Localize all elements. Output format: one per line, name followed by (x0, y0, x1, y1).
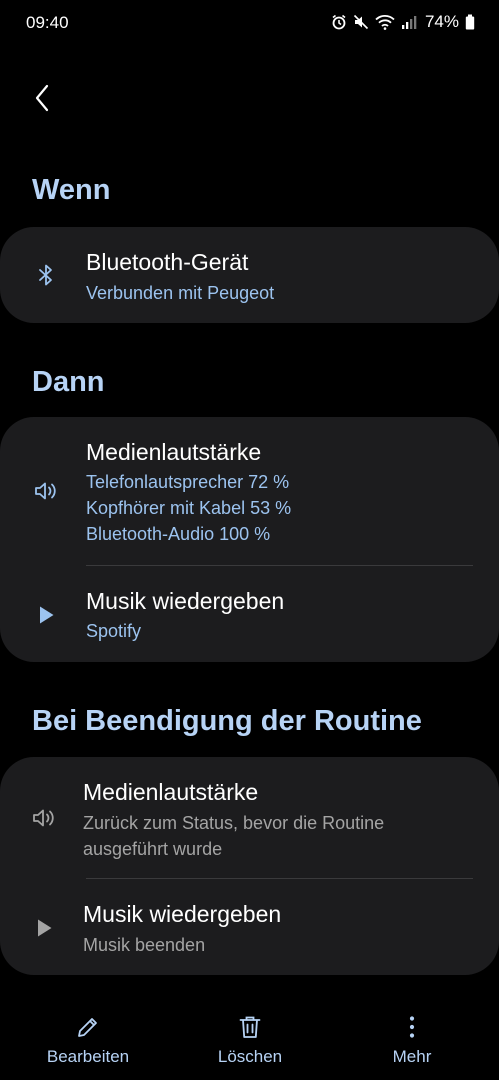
section-title-wenn: Wenn (32, 174, 111, 206)
card-wenn: Bluetooth-Gerät Verbunden mit Peugeot (0, 227, 499, 323)
volume-icon (32, 477, 60, 505)
alarm-icon (332, 14, 346, 30)
row-title: Musik wiedergeben (83, 901, 282, 927)
edit-label: Bearbeiten (46, 1047, 130, 1066)
row-subtitle: Verbunden mit Peugeot (86, 283, 275, 303)
back-button[interactable] (26, 80, 58, 116)
row-subtitle: Musik beenden (83, 935, 206, 955)
more-button[interactable]: Mehr (362, 1014, 462, 1067)
row-title: Bluetooth-Gerät (86, 249, 249, 275)
chevron-left-icon (35, 84, 49, 112)
volume-icon (30, 804, 58, 832)
mute-icon (353, 14, 369, 30)
more-label: Mehr (392, 1047, 432, 1066)
signal-icon (401, 16, 417, 29)
row-title: Medienlautstärke (86, 439, 262, 465)
action-media-volume-row[interactable]: Medienlautstärke Telefonlautsprecher 72 … (0, 417, 499, 565)
trash-icon (239, 1016, 261, 1038)
pencil-icon (78, 1018, 97, 1037)
play-icon (32, 601, 60, 629)
row-subtitle-line-2: Kopfhörer mit Kabel 53 % (86, 498, 292, 518)
row-title: Musik wiedergeben (86, 588, 285, 614)
bluetooth-icon (32, 261, 60, 289)
row-subtitle-line-2: ausgeführt wurde (83, 839, 223, 859)
more-vertical-icon (409, 1016, 415, 1038)
edit-button[interactable]: Bearbeiten (38, 1014, 138, 1067)
section-title-dann: Dann (32, 366, 105, 398)
delete-button[interactable]: Löschen (200, 1014, 300, 1067)
section-title-ende: Bei Beendigung der Routine (32, 705, 422, 737)
row-subtitle-line-1: Telefonlautsprecher 72 % (86, 472, 290, 492)
status-bar: 09:40 74% (0, 0, 499, 46)
condition-bluetooth-row[interactable]: Bluetooth-Gerät Verbunden mit Peugeot (0, 227, 499, 323)
bottom-action-bar: Bearbeiten Löschen Mehr (0, 1000, 499, 1080)
card-dann: Medienlautstärke Telefonlautsprecher 72 … (0, 417, 499, 662)
battery-percentage: 74% (424, 12, 459, 31)
card-ende: Medienlautstärke Zurück zum Status, bevo… (0, 757, 499, 975)
row-subtitle-line-3: Bluetooth-Audio 100 % (86, 524, 271, 544)
row-title: Medienlautstärke (83, 779, 259, 805)
end-play-music-row[interactable]: Musik wiedergeben Musik beenden (0, 879, 499, 975)
row-subtitle: Spotify (86, 621, 142, 641)
status-icons: 74% (331, 12, 475, 32)
play-icon (30, 914, 58, 942)
end-media-volume-row[interactable]: Medienlautstärke Zurück zum Status, bevo… (0, 757, 499, 878)
wifi-icon (375, 15, 395, 30)
battery-icon (465, 14, 475, 30)
status-time: 09:40 (26, 13, 69, 32)
delete-label: Löschen (217, 1047, 283, 1066)
action-play-music-row[interactable]: Musik wiedergeben Spotify (0, 566, 499, 662)
row-subtitle-line-1: Zurück zum Status, bevor die Routine (83, 813, 385, 833)
